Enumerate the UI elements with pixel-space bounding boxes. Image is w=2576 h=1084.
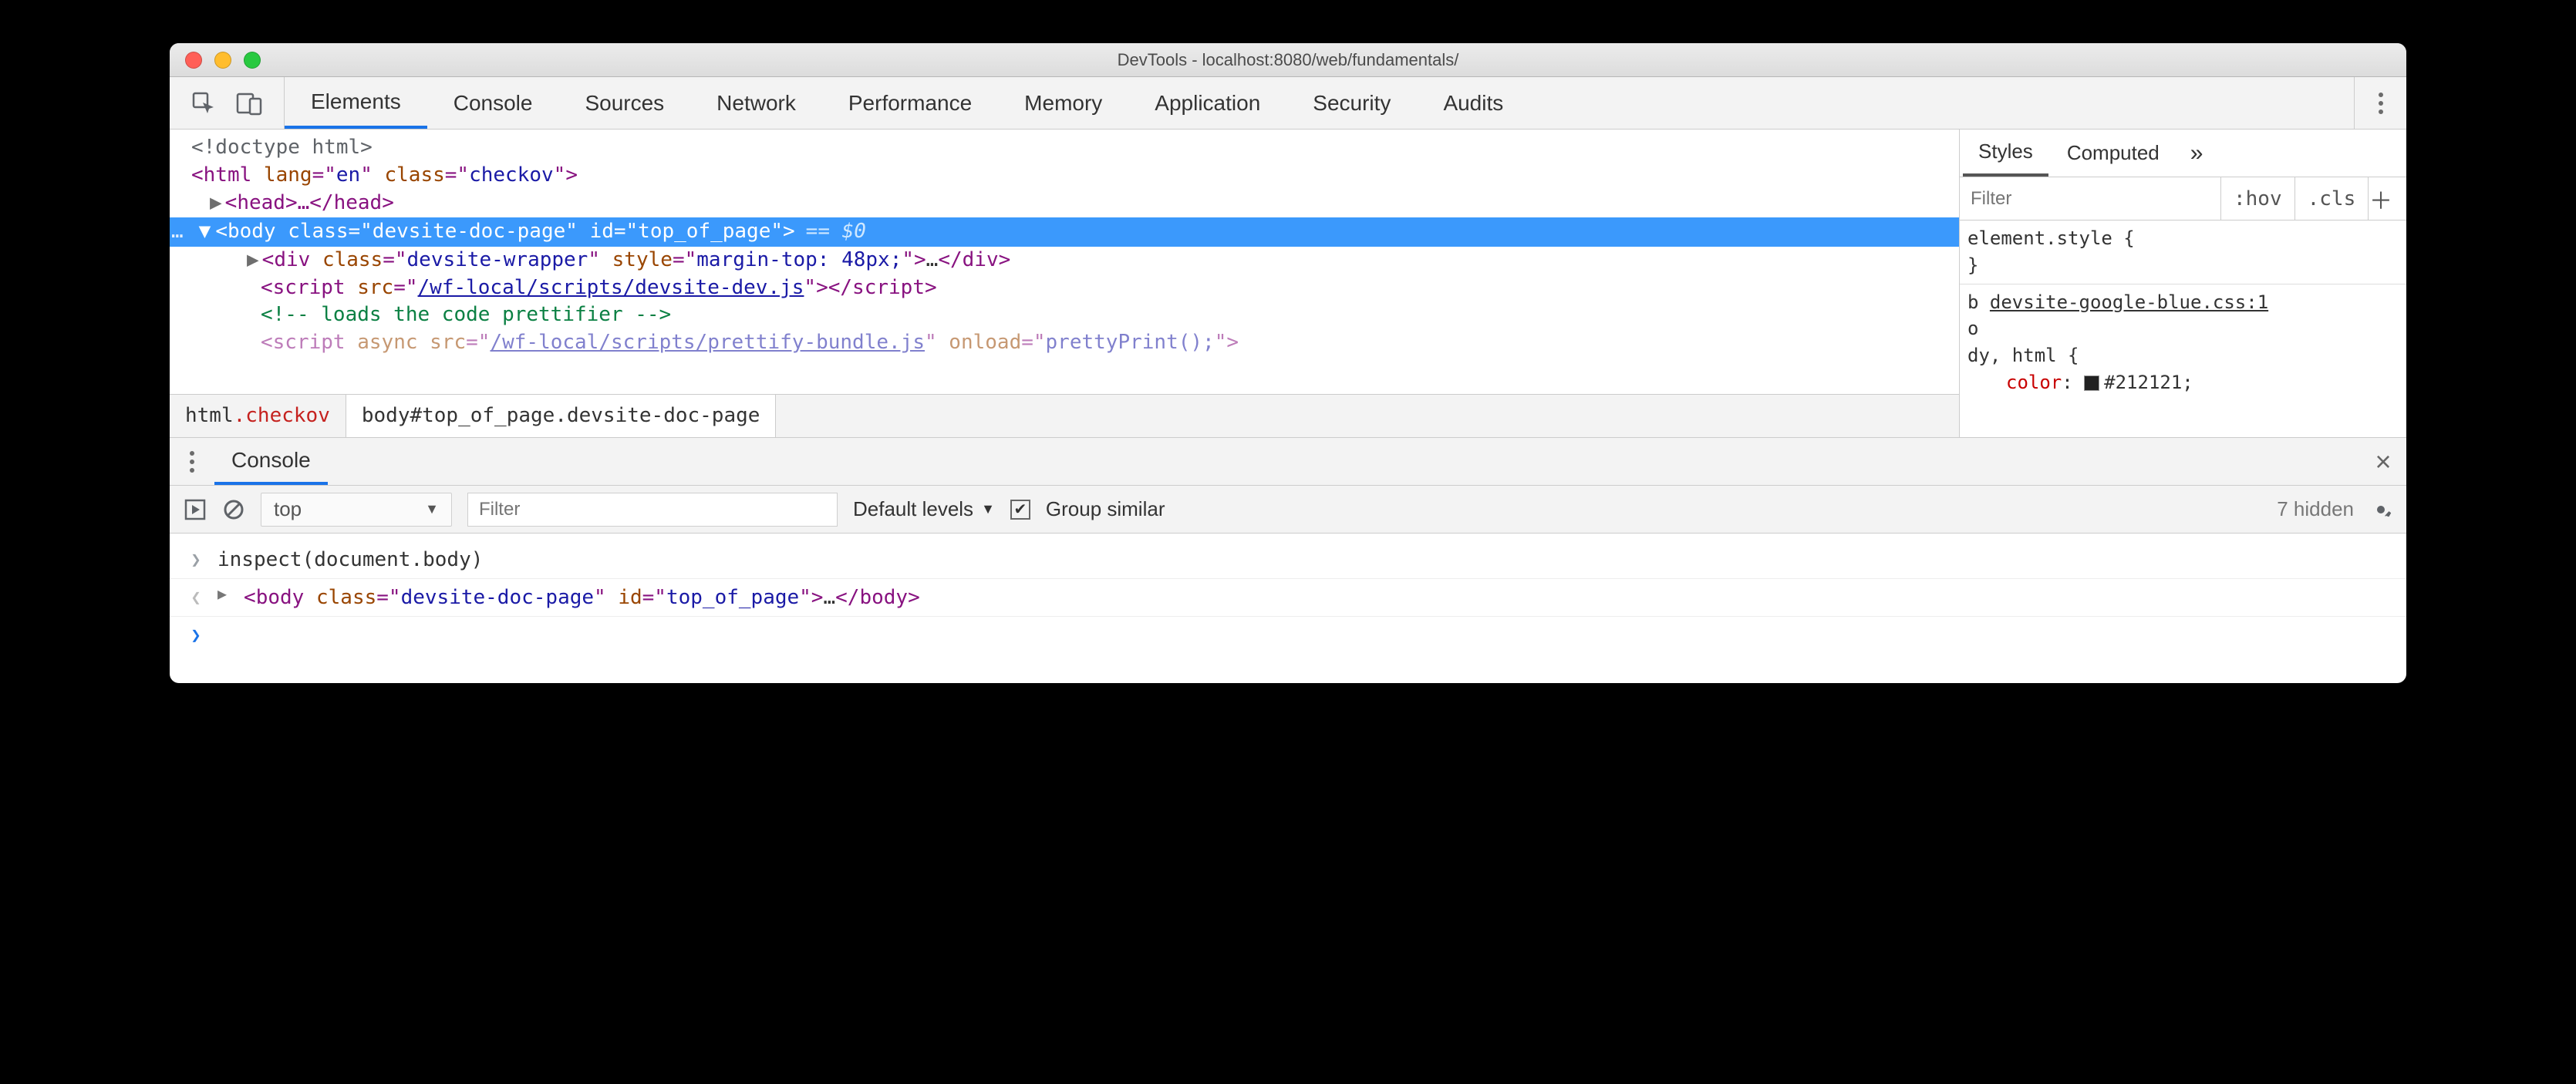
- collapsed-parents-icon[interactable]: …: [170, 218, 188, 246]
- rule-selector: dy, html {: [1967, 342, 2399, 369]
- devtools-window: DevTools - localhost:8080/web/fundamenta…: [170, 43, 2406, 683]
- context-label: top: [274, 497, 302, 521]
- chevron-down-icon: ▼: [981, 501, 995, 517]
- dom-line-html[interactable]: <html lang="en" class="checkov">: [170, 162, 1959, 190]
- tab-security[interactable]: Security: [1286, 77, 1417, 129]
- stylesheet-link[interactable]: devsite-google-blue.css:1: [1990, 291, 2268, 313]
- group-similar-label: Group similar: [1046, 497, 1165, 521]
- output-chevron-icon: ❮: [188, 584, 204, 612]
- dom-selected-body[interactable]: … ▼ <body class="devsite-doc-page" id="t…: [170, 217, 1959, 247]
- dom-breadcrumbs: html.checkov body#top_of_page.devsite-do…: [170, 394, 1959, 437]
- close-drawer-button[interactable]: ×: [2360, 446, 2406, 478]
- styles-rules[interactable]: element.style { } b devsite-google-blue.…: [1960, 221, 2406, 437]
- element-style-open: element.style {: [1967, 225, 2399, 252]
- collapse-triangle-icon[interactable]: ▼: [199, 218, 211, 246]
- tab-sources[interactable]: Sources: [558, 77, 690, 129]
- console-output[interactable]: ❯ inspect(document.body) ❮ ▶ <body class…: [170, 534, 2406, 683]
- style-source-o: o: [1967, 315, 2399, 342]
- style-source: b devsite-google-blue.css:1: [1967, 289, 2399, 316]
- tab-elements[interactable]: Elements: [285, 77, 427, 129]
- levels-label: Default levels: [853, 497, 973, 521]
- toggle-cls-button[interactable]: .cls: [2295, 177, 2369, 220]
- prompt-chevron-icon: ❯: [188, 621, 204, 650]
- console-drawer-menu-button[interactable]: [190, 451, 194, 473]
- elements-panel: <!doctype html> <html lang="en" class="c…: [170, 130, 2406, 438]
- log-levels-select[interactable]: Default levels ▼: [853, 497, 995, 521]
- console-input-echo: ❯ inspect(document.body): [170, 541, 2406, 579]
- console-toolbar: top ▼ Default levels ▼ ✔ Group similar 7…: [170, 486, 2406, 534]
- main-toolbar: Elements Console Sources Network Perform…: [170, 77, 2406, 130]
- rule-declaration[interactable]: color: #212121;: [1967, 369, 2399, 396]
- tab-console[interactable]: Console: [427, 77, 559, 129]
- expand-triangle-icon[interactable]: ▶: [217, 581, 227, 607]
- tab-performance[interactable]: Performance: [822, 77, 998, 129]
- styles-toolbar: :hov .cls ＋: [1960, 177, 2406, 221]
- hidden-messages-count[interactable]: 7 hidden: [2277, 497, 2354, 521]
- device-toolbar-icon[interactable]: [236, 91, 262, 116]
- styles-more-tabs-icon[interactable]: »: [2183, 140, 2211, 167]
- toggle-hov-button[interactable]: :hov: [2221, 177, 2295, 220]
- inspect-element-icon[interactable]: [191, 91, 216, 116]
- expand-triangle-icon[interactable]: ▶: [210, 190, 222, 217]
- console-filter-input[interactable]: [467, 493, 838, 527]
- console-drawer-tab[interactable]: Console: [214, 438, 328, 485]
- styles-tab-styles[interactable]: Styles: [1963, 130, 2048, 177]
- dom-line-script-devsite[interactable]: <script src="/wf-local/scripts/devsite-d…: [170, 274, 1959, 302]
- breadcrumb-html[interactable]: html.checkov: [170, 395, 346, 437]
- chevron-down-icon: ▼: [425, 501, 439, 517]
- tab-network[interactable]: Network: [690, 77, 822, 129]
- main-menu-button[interactable]: [2354, 77, 2406, 129]
- console-drawer-header: Console ×: [170, 438, 2406, 486]
- panel-tabs: Elements Console Sources Network Perform…: [285, 77, 1529, 129]
- tab-audits[interactable]: Audits: [1417, 77, 1529, 129]
- console-result-row[interactable]: ❮ ▶ <body class="devsite-doc-page" id="t…: [170, 579, 2406, 617]
- dom-line-doctype[interactable]: <!doctype html>: [170, 134, 1959, 162]
- console-result-body: <body class="devsite-doc-page" id="top_o…: [244, 581, 920, 614]
- dom-line-comment[interactable]: <!-- loads the code prettifier -->: [170, 301, 1959, 329]
- console-settings-icon[interactable]: [2369, 498, 2392, 521]
- styles-sidebar: Styles Computed » :hov .cls ＋ element.st…: [1959, 130, 2406, 437]
- group-similar-checkbox[interactable]: ✔: [1010, 500, 1030, 520]
- console-command-text: inspect(document.body): [217, 543, 483, 577]
- styles-filter-input[interactable]: [1960, 177, 2221, 220]
- dom-line-wrapper-div[interactable]: ▶<div class="devsite-wrapper" style="mar…: [170, 247, 1959, 274]
- titlebar: DevTools - localhost:8080/web/fundamenta…: [170, 43, 2406, 77]
- clear-console-icon[interactable]: [222, 498, 245, 521]
- execute-icon[interactable]: [184, 498, 207, 521]
- dom-line-script-prettify[interactable]: <script async src="/wf-local/scripts/pre…: [170, 329, 1959, 357]
- input-chevron-icon: ❯: [188, 546, 204, 574]
- dom-tree[interactable]: <!doctype html> <html lang="en" class="c…: [170, 130, 1959, 437]
- console-prompt-row[interactable]: ❯: [170, 617, 2406, 651]
- styles-tab-computed[interactable]: Computed: [2052, 130, 2175, 177]
- tab-application[interactable]: Application: [1128, 77, 1286, 129]
- new-style-rule-button[interactable]: ＋: [2369, 182, 2406, 216]
- execution-context-select[interactable]: top ▼: [261, 493, 452, 527]
- window-title: DevTools - localhost:8080/web/fundamenta…: [170, 50, 2406, 70]
- breadcrumb-body[interactable]: body#top_of_page.devsite-doc-page: [346, 395, 777, 437]
- element-style-close: }: [1967, 252, 2399, 279]
- styles-tabs: Styles Computed »: [1960, 130, 2406, 177]
- tab-memory[interactable]: Memory: [998, 77, 1128, 129]
- color-swatch-icon[interactable]: [2084, 375, 2099, 391]
- expand-triangle-icon[interactable]: ▶: [247, 247, 259, 274]
- dom-selected-text: <body class="devsite-doc-page" id="top_o…: [215, 218, 794, 246]
- dom-line-head[interactable]: ▶<head>…</head>: [170, 190, 1959, 217]
